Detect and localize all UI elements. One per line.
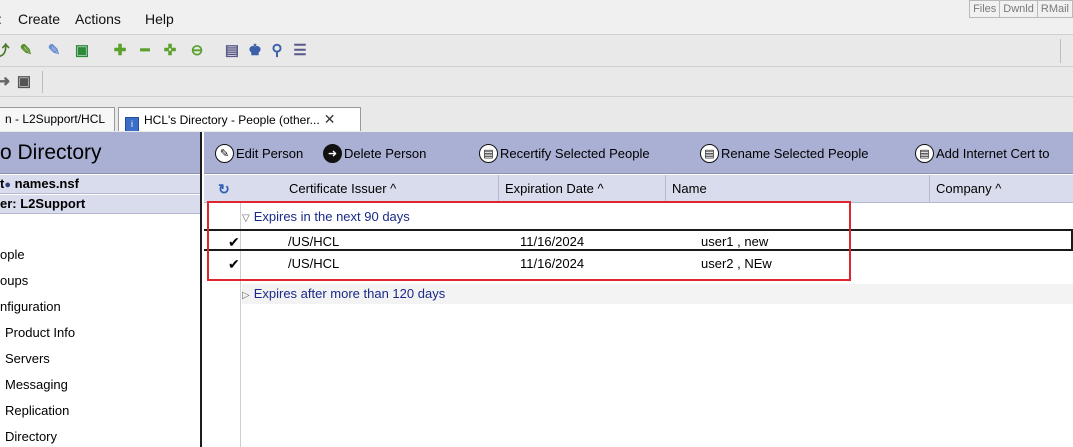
menu-create[interactable]: Create [18, 11, 60, 27]
category-row[interactable]: ▷ Expires after more than 120 days [242, 284, 1073, 304]
cell-issuer: /US/HCL [288, 256, 340, 271]
nav-product-info[interactable]: Product Info [5, 325, 205, 340]
database-row[interactable]: t● names.nsf [0, 175, 200, 194]
certificate-icon: ▤ [479, 143, 498, 163]
menu-help[interactable]: Help [145, 11, 174, 27]
action-label: Recertify Selected People [500, 145, 650, 161]
column-expiration-date[interactable]: Expiration Date ^ [499, 175, 666, 202]
add-internet-cert-button[interactable]: ▤ Add Internet Cert to [915, 132, 1049, 174]
table-row[interactable]: ✔ /US/HCL 11/16/2024 user2 , NEw [204, 253, 1073, 275]
action-bar: ✎ Edit Person ➜ Delete Person ▤ Recertify S… [204, 132, 1073, 174]
nav-configuration[interactable]: nfiguration [0, 299, 200, 314]
expand-icon[interactable]: ✜ [160, 40, 180, 60]
save-icon[interactable]: ▣ [14, 71, 34, 91]
bookmark-arrow-icon[interactable]: ⤴ [0, 40, 12, 60]
refresh-icon[interactable]: ↻ [218, 181, 234, 197]
column-company[interactable]: Company ^ [930, 175, 1073, 202]
certificate-icon: ▤ [915, 143, 934, 163]
action-label: Add Internet Cert to [936, 145, 1050, 161]
recertify-button[interactable]: ▤ Recertify Selected People [479, 132, 650, 174]
checkmark-icon: ✔ [228, 234, 240, 250]
download-button[interactable]: Dwnld [999, 0, 1038, 18]
cell-issuer: /US/HCL [288, 234, 340, 249]
cell-name: user1 , new [701, 234, 769, 249]
column-certificate-issuer[interactable]: Certificate Issuer ^ [241, 175, 499, 202]
bookmark-buttons: Files Dwnld RMail [969, 0, 1073, 18]
cell-expiration: 11/16/2024 [520, 256, 585, 271]
nav-people[interactable]: ople [0, 247, 200, 262]
rename-button[interactable]: ▤ Rename Selected People [700, 132, 868, 174]
column-name[interactable]: Name [666, 175, 930, 202]
certificate-icon: ▤ [700, 143, 719, 163]
secondary-toolbar: ➜ ▣ [0, 67, 1073, 97]
rmail-button[interactable]: RMail [1036, 0, 1073, 18]
tab-workspace[interactable]: n - L2Support/HCL [0, 107, 115, 131]
document-icon[interactable]: ▣ [72, 40, 92, 60]
server-name: er: L2Support [0, 196, 86, 211]
minus-icon[interactable]: ━ [135, 40, 155, 60]
nav-groups[interactable]: oups [0, 273, 200, 288]
plus-icon[interactable]: ✚ [110, 40, 130, 60]
menu-actions[interactable]: Actions [75, 11, 121, 27]
checkmark-icon: ✔ [228, 256, 240, 272]
server-row[interactable]: er: L2Support [0, 195, 200, 214]
close-icon[interactable]: ✕ [324, 111, 336, 127]
delete-icon: ➜ [323, 143, 342, 163]
nav-replication[interactable]: Replication [5, 403, 205, 418]
edit-person-button[interactable]: ✎ Edit Person [215, 132, 303, 174]
page-icon[interactable]: ☰ [290, 40, 310, 60]
directory-icon: i [125, 117, 139, 131]
person-add-icon[interactable]: ✎ [16, 40, 36, 60]
calculator-icon[interactable]: ▤ [222, 40, 242, 60]
category-label: Expires in the next 90 days [253, 209, 410, 224]
person-edit-icon[interactable]: ✎ [44, 40, 64, 60]
arrow-icon[interactable]: ➜ [0, 71, 14, 91]
twisty-expanded-icon: ▽ [242, 213, 250, 224]
menu-bar: : Create Actions Help Files Dwnld RMail [0, 0, 1073, 34]
tab-strip: n - L2Support/HCL i HCL's Directory - Peo… [0, 97, 1073, 132]
cell-name: user2 , NEw [701, 256, 772, 271]
files-button[interactable]: Files [969, 0, 1001, 18]
cell-expiration: 11/16/2024 [520, 234, 585, 249]
action-label: Rename Selected People [721, 145, 869, 161]
navigator-panel: o Directory t● names.nsf er: L2Support o… [0, 132, 202, 447]
nav-directory[interactable]: Directory [5, 429, 205, 444]
collapse-icon[interactable]: ⊖ [187, 40, 207, 60]
twisty-collapsed-icon: ▷ [242, 290, 250, 301]
view-column-header: ↻ Certificate Issuer ^ Expiration Date ^… [204, 175, 1073, 203]
main-toolbar: ⤴ ✎ ✎ ▣ ✚ ━ ✜ ⊖ ▤ ♚ ⚲ ☰ [0, 34, 1073, 67]
category-row[interactable]: ▽ Expires in the next 90 days [242, 207, 410, 227]
toolbar-separator [42, 71, 43, 93]
database-name: names.nsf [14, 176, 79, 191]
tab-directory-people[interactable]: i HCL's Directory - People (other... ✕ [118, 107, 361, 131]
panel-title: o Directory [0, 132, 200, 174]
category-label: Expires after more than 120 days [253, 286, 446, 301]
toolbar-separator [1060, 39, 1061, 63]
bullet-icon: ● [4, 179, 11, 191]
tab-label: n - L2Support/HCL [5, 112, 106, 126]
action-label: Delete Person [344, 145, 427, 161]
binoculars-icon[interactable]: ♚ [245, 40, 265, 60]
delete-person-button[interactable]: ➜ Delete Person [323, 132, 426, 174]
magnifier-icon[interactable]: ⚲ [267, 40, 287, 60]
pencil-icon: ✎ [215, 143, 234, 163]
view-body: ▽ Expires in the next 90 days ✔ /US/HCL 1… [204, 203, 1073, 447]
menu-left-fragment: : [0, 11, 2, 27]
nav-servers[interactable]: Servers [5, 351, 205, 366]
nav-messaging[interactable]: Messaging [5, 377, 205, 392]
action-label: Edit Person [236, 145, 304, 161]
table-row[interactable]: ✔ /US/HCL 11/16/2024 user1 , new [204, 229, 1073, 251]
tab-label: HCL's Directory - People (other... [144, 113, 320, 127]
